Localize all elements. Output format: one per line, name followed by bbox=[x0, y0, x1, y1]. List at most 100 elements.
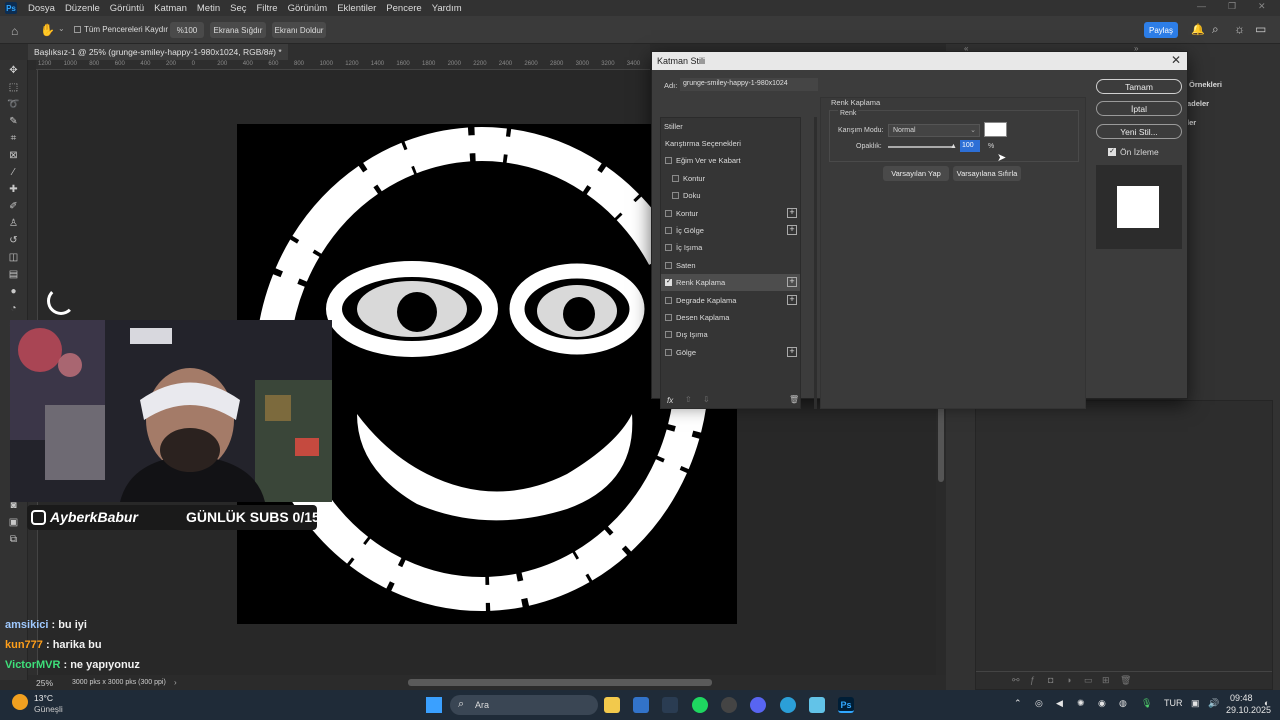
horizontal-scroll-thumb[interactable] bbox=[408, 679, 712, 686]
make-default-button[interactable]: Varsayılan Yap bbox=[883, 166, 949, 181]
menu-gorunum[interactable]: Görünüm bbox=[283, 3, 333, 14]
style-checkbox[interactable] bbox=[665, 314, 672, 321]
dialog-titlebar[interactable]: Katman Stili ✕ bbox=[652, 52, 1187, 70]
add-effect-icon[interactable]: + bbox=[787, 207, 797, 218]
move-down-icon[interactable]: ⇩ bbox=[703, 395, 710, 404]
style-row[interactable]: İç Gölge + bbox=[661, 222, 800, 239]
search-box[interactable]: ⌕ Ara bbox=[450, 695, 598, 715]
fx-icon[interactable]: ƒ bbox=[1030, 675, 1035, 685]
style-checkbox[interactable] bbox=[665, 277, 672, 287]
crop-tool-icon[interactable]: ⌗ bbox=[7, 133, 20, 144]
healing-tool-icon[interactable]: ✚ bbox=[7, 184, 20, 195]
style-row[interactable]: Karıştırma Seçenekleri bbox=[661, 135, 800, 152]
document-tab[interactable]: Başlıksız-1 @ 25% (grunge-smiley-happy-1… bbox=[28, 44, 288, 60]
overlay-color-swatch[interactable] bbox=[984, 122, 1007, 137]
link-icon[interactable]: ⚯ bbox=[1012, 675, 1020, 686]
chevron-right-icon[interactable]: › bbox=[174, 678, 177, 687]
style-row[interactable]: İç Işıma bbox=[661, 239, 800, 256]
menu-katman[interactable]: Katman bbox=[149, 3, 192, 14]
cancel-button[interactable]: İptal bbox=[1096, 101, 1182, 116]
opacity-slider-thumb[interactable]: ▲ bbox=[950, 143, 957, 150]
tray-icon[interactable]: ✺ bbox=[1077, 698, 1085, 709]
mask-icon[interactable]: ◘ bbox=[1048, 675, 1053, 685]
restore-icon[interactable]: ❐ bbox=[1228, 1, 1236, 12]
styles-header[interactable]: Stiller bbox=[661, 118, 800, 135]
new-layer-icon[interactable]: ⊞ bbox=[1102, 675, 1110, 686]
tray-icon[interactable]: ◍ bbox=[1119, 698, 1127, 709]
style-row[interactable]: Kontur + bbox=[661, 205, 800, 222]
add-effect-icon[interactable]: + bbox=[787, 277, 797, 288]
menu-duzenle[interactable]: Düzenle bbox=[60, 3, 105, 14]
share-button[interactable]: Paylaş bbox=[1144, 22, 1178, 38]
steam-icon[interactable] bbox=[662, 697, 678, 713]
gradient-tool-icon[interactable]: ▤ bbox=[7, 269, 20, 280]
style-row[interactable]: Kontur bbox=[661, 170, 800, 187]
photoshop-taskbar-icon[interactable]: Ps bbox=[838, 697, 854, 713]
marquee-tool-icon[interactable]: ⬚ bbox=[7, 82, 20, 93]
style-checkbox[interactable] bbox=[665, 227, 672, 234]
style-checkbox[interactable] bbox=[665, 209, 672, 217]
panel-tab-label[interactable]: Örnekleri bbox=[1189, 80, 1222, 89]
ok-button[interactable]: Tamam bbox=[1096, 79, 1182, 94]
lasso-tool-icon[interactable]: ➰ bbox=[7, 99, 20, 110]
menu-sec[interactable]: Seç bbox=[225, 3, 251, 14]
move-tool-icon[interactable]: ✥ bbox=[7, 65, 20, 76]
folder-icon[interactable]: ▭ bbox=[1084, 675, 1093, 686]
fit-screen-button[interactable]: Ekrana Sığdır bbox=[210, 22, 266, 38]
delete-effect-icon[interactable]: 🗑 bbox=[789, 395, 799, 404]
move-up-icon[interactable]: ⇧ bbox=[685, 395, 692, 404]
weather-temp[interactable]: 13°C bbox=[34, 693, 53, 703]
reset-default-button[interactable]: Varsayılana Sıfırla bbox=[953, 166, 1021, 181]
eyedropper-tool-icon[interactable]: ⁄ bbox=[7, 167, 20, 178]
panel-tab-label[interactable]: ler bbox=[1187, 118, 1196, 127]
history-brush-icon[interactable]: ↺ bbox=[7, 235, 20, 246]
menu-metin[interactable]: Metin bbox=[192, 3, 225, 14]
language-indicator[interactable]: TUR bbox=[1164, 698, 1183, 708]
fx-menu-icon[interactable]: fx bbox=[667, 396, 673, 405]
style-checkbox[interactable] bbox=[665, 261, 672, 269]
screen-mode-icon[interactable]: ▣ bbox=[7, 517, 20, 528]
chevron-up-icon[interactable]: ⌃ bbox=[1014, 698, 1022, 709]
name-field[interactable]: grunge-smiley-happy-1-980x1024 bbox=[680, 78, 818, 91]
new-style-button[interactable]: Yeni Stil... bbox=[1096, 124, 1182, 139]
style-row[interactable]: Desen Kaplama bbox=[661, 309, 800, 326]
discord-icon[interactable] bbox=[750, 697, 766, 713]
home-icon[interactable]: ⌂ bbox=[11, 24, 18, 38]
blend-mode-select[interactable]: Normal ⌄ bbox=[888, 124, 980, 137]
windows-start-icon[interactable] bbox=[426, 697, 442, 713]
quick-select-tool-icon[interactable]: ✎ bbox=[7, 116, 20, 127]
menu-dosya[interactable]: Dosya bbox=[23, 3, 60, 14]
menu-pencere[interactable]: Pencere bbox=[381, 3, 426, 14]
menu-eklentiler[interactable]: Eklentiler bbox=[332, 3, 381, 14]
add-effect-icon[interactable]: + bbox=[787, 225, 797, 235]
stamp-tool-icon[interactable]: ♙ bbox=[7, 218, 20, 229]
clock-time[interactable]: 09:48 bbox=[1230, 693, 1253, 703]
blur-tool-icon[interactable]: ● bbox=[7, 286, 20, 297]
file-explorer-icon[interactable] bbox=[604, 697, 620, 713]
style-row[interactable]: Saten bbox=[661, 257, 800, 274]
style-row[interactable]: Degrade Kaplama + bbox=[661, 292, 800, 309]
menu-goruntu[interactable]: Görüntü bbox=[105, 3, 149, 14]
add-effect-icon[interactable]: + bbox=[787, 294, 797, 305]
style-row[interactable]: Gölge + bbox=[661, 344, 800, 361]
weather-desc[interactable]: Güneşli bbox=[34, 704, 63, 714]
hand-tool-icon[interactable]: ✋ bbox=[40, 23, 55, 37]
steam-tray-icon[interactable]: ◉ bbox=[1098, 698, 1106, 709]
zoom-100-button[interactable]: %100 bbox=[170, 22, 204, 38]
menu-yardim[interactable]: Yardım bbox=[427, 3, 467, 14]
menu-filtre[interactable]: Filtre bbox=[251, 3, 282, 14]
network-icon[interactable]: ▣ bbox=[1191, 698, 1200, 709]
style-checkbox[interactable] bbox=[665, 296, 672, 304]
volume-icon[interactable]: 🔊 bbox=[1208, 698, 1219, 709]
adjustment-icon[interactable]: ◑ bbox=[1066, 675, 1071, 685]
tray-icon[interactable]: ◀ bbox=[1056, 698, 1063, 709]
notepad-icon[interactable] bbox=[809, 697, 825, 713]
style-checkbox[interactable] bbox=[665, 348, 672, 356]
brush-tool-icon[interactable]: ✐ bbox=[7, 201, 20, 212]
opacity-input[interactable]: 100 bbox=[960, 140, 980, 152]
vertical-scroll-thumb[interactable] bbox=[938, 398, 944, 482]
eraser-tool-icon[interactable]: ◫ bbox=[7, 252, 20, 263]
style-checkbox[interactable] bbox=[665, 331, 672, 339]
lightbulb-icon[interactable]: ☼ bbox=[1234, 22, 1245, 36]
edge-icon[interactable] bbox=[780, 697, 796, 713]
